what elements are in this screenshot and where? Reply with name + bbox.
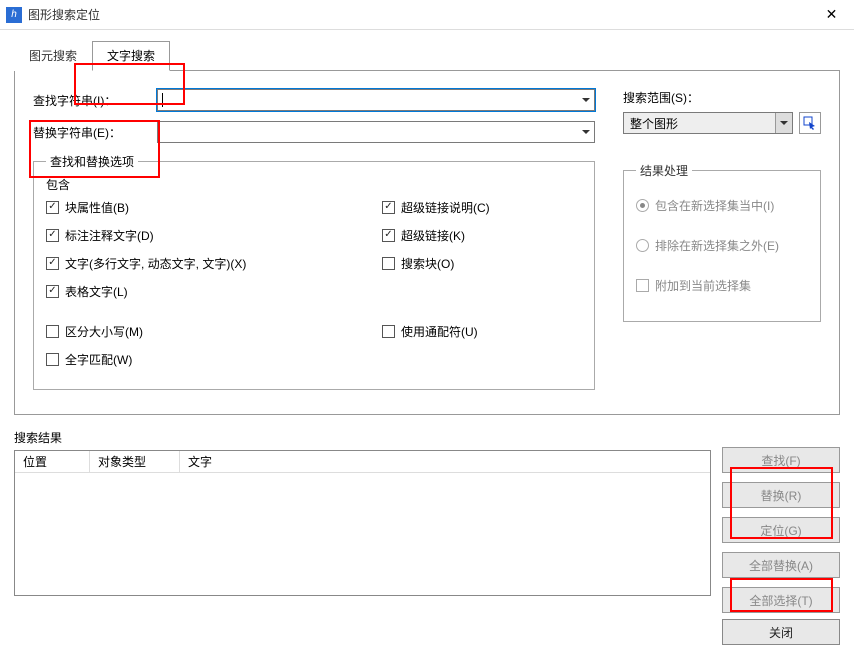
replace-button[interactable]: 替换(R) [722,482,840,508]
results-table[interactable]: 位置 对象类型 文字 [14,450,711,596]
chevron-down-icon[interactable] [577,90,594,110]
replace-string-input[interactable] [157,121,595,143]
find-button[interactable]: 查找(F) [722,447,840,473]
result-handling-group: 结果处理 包含在新选择集当中(I) 排除在新选择集之外(E) 附加到当前选择集 [623,162,821,322]
title-bar: h 图形搜索定位 ✕ [0,0,854,30]
replace-all-button[interactable]: 全部替换(A) [722,552,840,578]
col-location[interactable]: 位置 [15,451,90,472]
close-button[interactable]: 关闭 [722,619,840,645]
checkbox-hyperlink-desc[interactable]: ✓ [382,201,395,214]
checkbox-search-block[interactable] [382,257,395,270]
checkbox-block-attr[interactable]: ✓ [46,201,59,214]
radio-include [636,199,649,212]
checkbox-table-text[interactable]: ✓ [46,285,59,298]
checkbox-dim-text[interactable]: ✓ [46,229,59,242]
results-label: 搜索结果 [14,429,712,446]
options-group: 查找和替换选项 包含 ✓块属性值(B) ✓标注注释文字(D) ✓文字(多行文字,… [33,153,595,390]
close-icon[interactable]: ✕ [809,0,854,30]
find-string-input[interactable] [157,89,595,111]
checkbox-append [636,279,649,292]
checkbox-text[interactable]: ✓ [46,257,59,270]
scope-label: 搜索范围(S)： [623,89,821,106]
tab-panel: 查找字符串(I)： 替换字符串(E)： 查找和替换选项 包含 ✓块属性值(B) [14,70,840,415]
col-text[interactable]: 文字 [180,451,710,472]
include-legend: 包含 [46,176,582,193]
result-handling-legend: 结果处理 [636,162,692,179]
pick-objects-icon[interactable] [799,112,821,134]
app-icon: h [6,7,22,23]
radio-exclude [636,239,649,252]
locate-button[interactable]: 定位(G) [722,517,840,543]
checkbox-wildcard[interactable] [382,325,395,338]
replace-string-label: 替换字符串(E)： [33,124,157,141]
window-title: 图形搜索定位 [28,6,809,23]
chevron-down-icon[interactable] [775,113,792,133]
options-legend: 查找和替换选项 [46,153,138,170]
checkbox-case[interactable] [46,325,59,338]
checkbox-whole-word[interactable] [46,353,59,366]
tab-text-search[interactable]: 文字搜索 [92,41,170,71]
select-all-button[interactable]: 全部选择(T) [722,587,840,613]
chevron-down-icon[interactable] [577,122,594,142]
tab-element-search[interactable]: 图元搜索 [14,41,92,71]
col-object-type[interactable]: 对象类型 [90,451,180,472]
scope-select[interactable]: 整个图形 [623,112,793,134]
checkbox-hyperlink[interactable]: ✓ [382,229,395,242]
find-string-label: 查找字符串(I)： [33,92,157,109]
